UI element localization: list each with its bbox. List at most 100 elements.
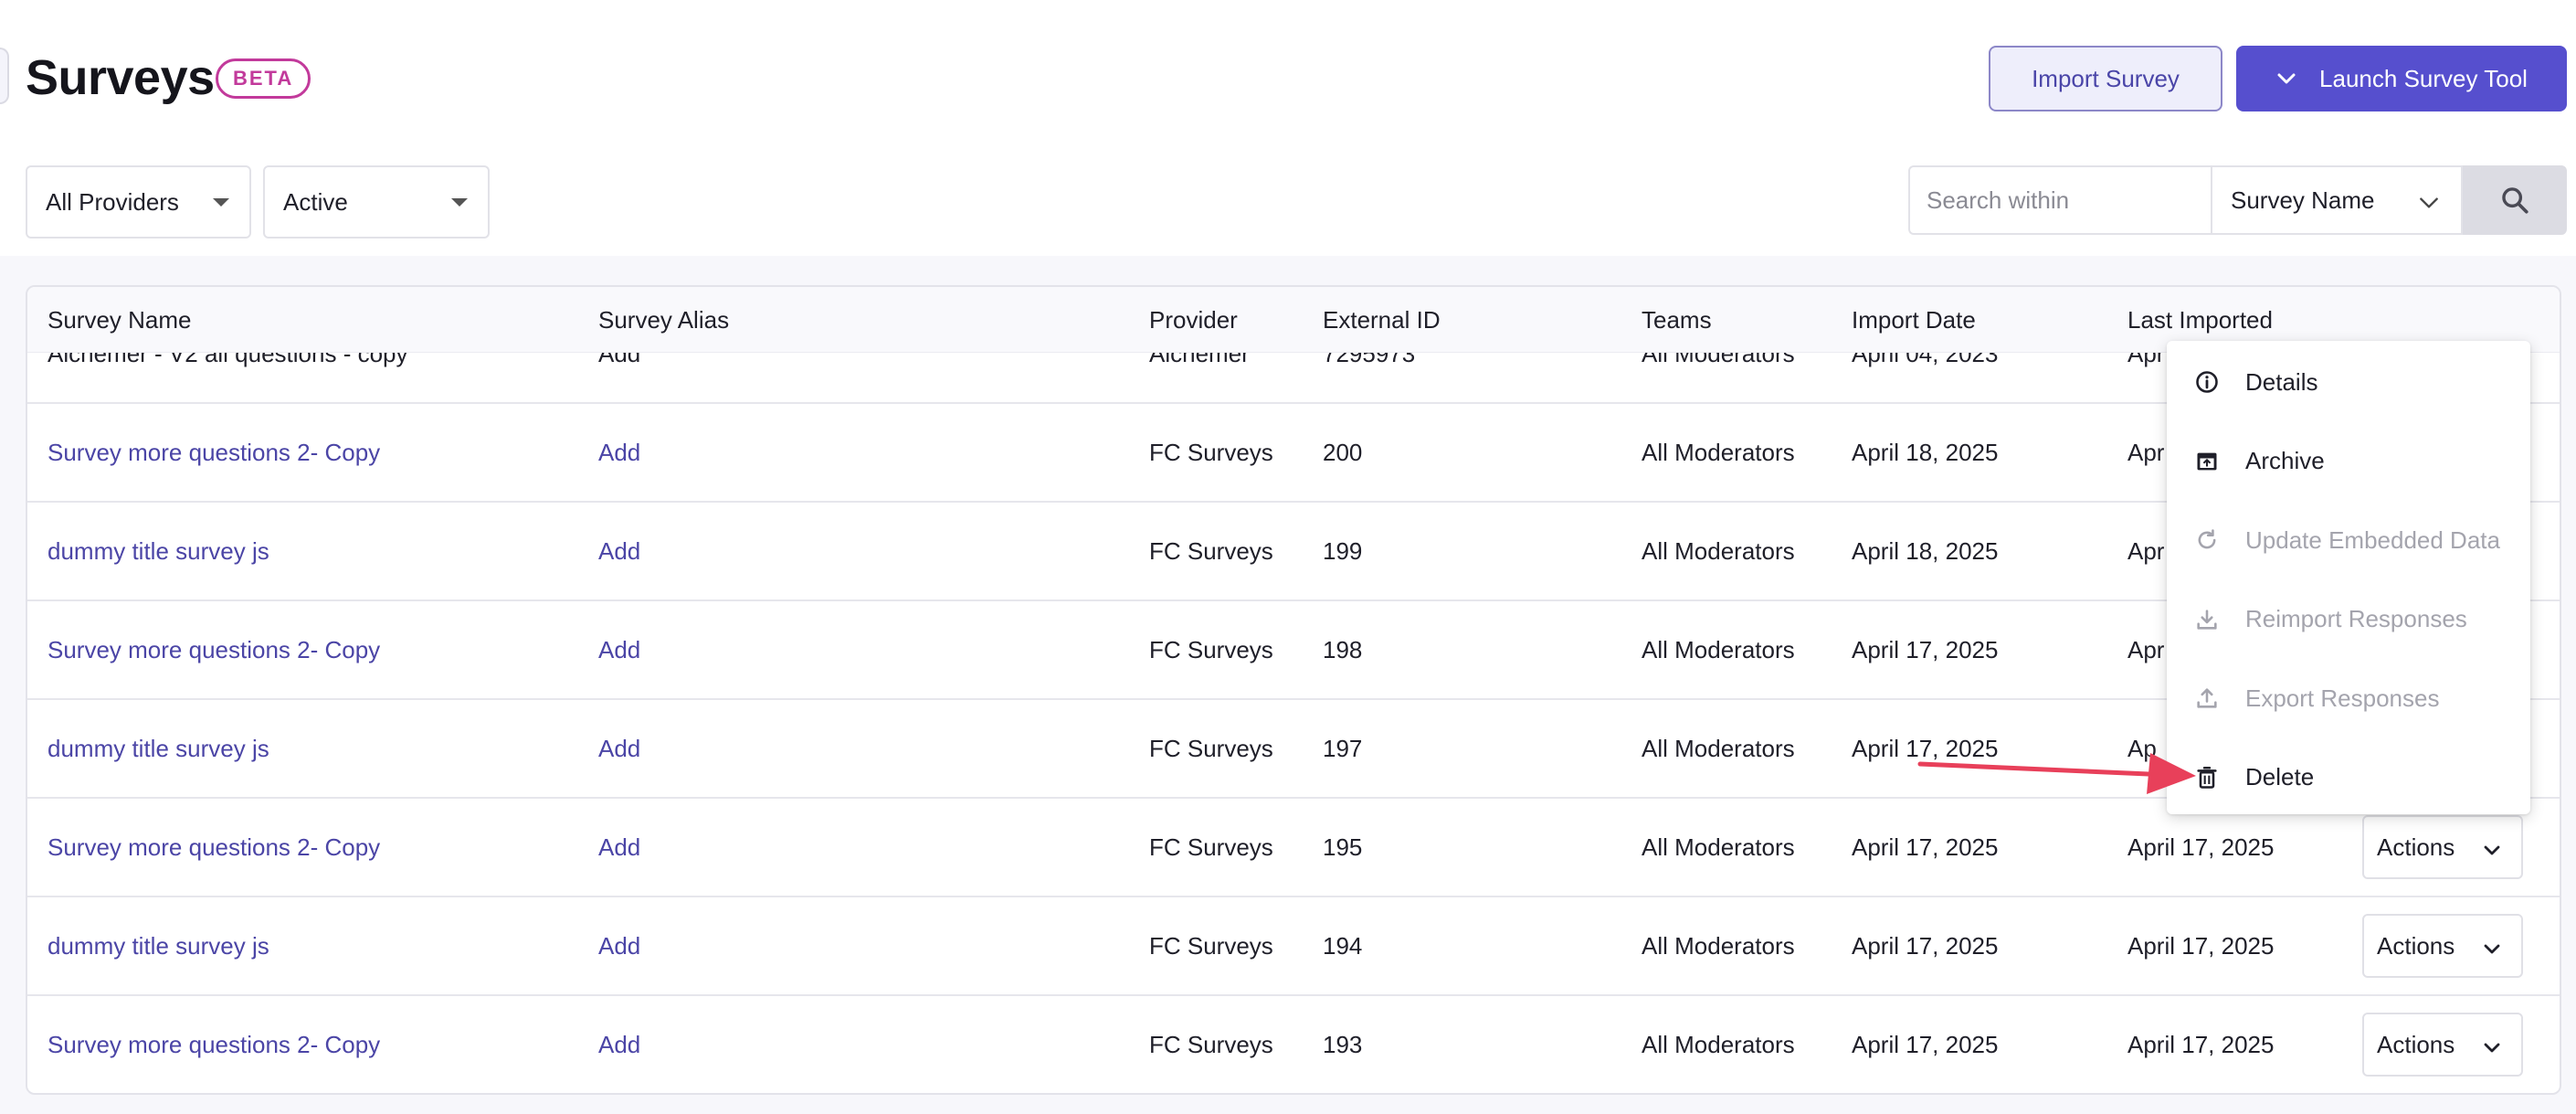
teams-cell: All Moderators (1642, 537, 1795, 565)
survey-alias-add-link[interactable]: Add (598, 735, 640, 762)
info-icon (2196, 371, 2218, 393)
menu-item-reimport-responses: Reimport Responses (2167, 580, 2530, 659)
survey-name-link[interactable]: dummy title survey js (48, 537, 269, 565)
menu-item-label: Archive (2245, 447, 2325, 474)
external-id-cell: 198 (1323, 636, 1363, 663)
survey-alias-add-link[interactable]: Add (598, 537, 640, 565)
menu-item-archive[interactable]: Archive (2167, 422, 2530, 501)
last-imported-cell: Apr (2127, 439, 2165, 466)
search-icon (2502, 187, 2528, 214)
survey-alias-add-link[interactable]: Add (598, 439, 640, 466)
external-id-cell: 7295973 (1323, 353, 1416, 367)
search-field-value: Survey Name (2231, 186, 2375, 214)
import-date-cell: April 17, 2025 (1852, 735, 1999, 762)
chevron-down-icon (2277, 73, 2296, 84)
last-imported-cell: April 17, 2025 (2127, 833, 2275, 861)
column-header-external-id[interactable]: External ID (1323, 287, 1441, 353)
menu-item-label: Details (2245, 367, 2318, 396)
teams-cell: All Moderators (1642, 439, 1795, 466)
last-imported-cell: Apr (2127, 636, 2165, 663)
teams-cell: All Moderators (1642, 932, 1795, 960)
actions-button-label: Actions (2377, 1030, 2455, 1058)
table-row: dummy title survey js Add FC Surveys 194 All… (27, 897, 2560, 996)
teams-cell: All Moderators (1642, 833, 1795, 861)
search-button[interactable] (2463, 165, 2567, 235)
page-title: Surveys (26, 50, 215, 105)
provider-cell: FC Surveys (1149, 636, 1273, 663)
launch-survey-tool-button[interactable]: Launch Survey Tool (2236, 46, 2567, 111)
import-date-cell: April 04, 2023 (1852, 353, 1999, 367)
external-id-cell: 194 (1323, 932, 1363, 960)
sidebar-edge[interactable] (0, 48, 9, 104)
search-input[interactable] (1927, 186, 2211, 215)
chevron-down-icon (2420, 197, 2438, 208)
survey-name-link[interactable]: Survey more questions 2- Copy (48, 439, 380, 466)
menu-item-details[interactable]: Details (2167, 343, 2530, 421)
menu-item-label: Delete (2245, 763, 2315, 790)
beta-badge: BETA (216, 58, 311, 99)
table-row: Survey more questions 2- Copy Add FC Surve… (27, 996, 2560, 1093)
actions-button[interactable]: Actions (2362, 914, 2523, 978)
survey-name-link[interactable]: Survey more questions 2- Copy (48, 833, 380, 861)
provider-cell: FC Surveys (1149, 537, 1273, 565)
teams-cell: All Moderators (1642, 735, 1795, 762)
import-survey-button[interactable]: Import Survey (1989, 46, 2222, 111)
survey-alias-add-link[interactable]: Add (598, 833, 640, 861)
provider-filter-select[interactable]: All Providers (26, 165, 251, 239)
external-id-cell: 200 (1323, 439, 1363, 466)
menu-item-update-embedded-data: Update Embedded Data (2167, 501, 2530, 579)
survey-alias-add-link[interactable]: Add (598, 1031, 640, 1058)
survey-name-link[interactable]: Survey more questions 2- Copy (48, 1031, 380, 1058)
survey-alias-add-link[interactable]: Add (598, 353, 640, 367)
import-date-cell: April 17, 2025 (1852, 636, 1999, 663)
last-imported-cell: April 17, 2025 (2127, 1031, 2275, 1058)
search-field-select[interactable]: Survey Name (2211, 165, 2463, 235)
teams-cell: All Moderators (1642, 353, 1795, 367)
import-date-cell: April 17, 2025 (1852, 1031, 1999, 1058)
menu-item-label: Update Embedded Data (2245, 525, 2500, 554)
import-date-cell: April 17, 2025 (1852, 833, 1999, 861)
provider-cell: FC Surveys (1149, 932, 1273, 960)
trash-icon (2197, 766, 2217, 789)
survey-name-link[interactable]: dummy title survey js (48, 735, 269, 762)
survey-alias-add-link[interactable]: Add (598, 636, 640, 663)
external-id-cell: 197 (1323, 735, 1363, 762)
status-filter-value: Active (283, 187, 348, 216)
import-date-cell: April 18, 2025 (1852, 439, 1999, 466)
actions-button[interactable]: Actions (2362, 815, 2523, 879)
survey-name-link[interactable]: Survey more questions 2- Copy (48, 636, 380, 663)
import-date-cell: April 18, 2025 (1852, 537, 1999, 565)
actions-button[interactable]: Actions (2362, 1013, 2523, 1077)
actions-menu: Details Archive Update Embedded Data Reimpo… (2167, 341, 2530, 814)
last-imported-cell: Ap (2127, 735, 2157, 762)
provider-cell: FC Surveys (1149, 439, 1273, 466)
search-input-wrapper (1908, 165, 2211, 235)
column-header-teams[interactable]: Teams (1642, 287, 1712, 353)
provider-filter-value: All Providers (46, 187, 179, 216)
provider-cell: FC Surveys (1149, 1031, 1273, 1058)
teams-cell: All Moderators (1642, 636, 1795, 663)
caret-down-icon (213, 198, 229, 207)
column-header-survey-alias[interactable]: Survey Alias (598, 287, 729, 353)
last-imported-cell: April 17, 2025 (2127, 932, 2275, 960)
survey-name-link[interactable]: dummy title survey js (48, 932, 269, 960)
last-imported-cell: Apr (2127, 353, 2165, 367)
provider-cell: FC Surveys (1149, 833, 1273, 861)
caret-down-icon (451, 198, 468, 207)
upload-icon (2197, 688, 2217, 708)
column-header-provider[interactable]: Provider (1149, 287, 1238, 353)
chevron-down-icon (2484, 1043, 2500, 1053)
last-imported-cell: Apr (2127, 537, 2165, 565)
actions-button-label: Actions (2377, 931, 2455, 960)
column-header-survey-name[interactable]: Survey Name (48, 287, 192, 353)
provider-cell: Alchemer (1149, 353, 1250, 367)
external-id-cell: 193 (1323, 1031, 1363, 1058)
survey-name-link[interactable]: Alchemer - V2 all questions - copy (48, 353, 408, 367)
refresh-icon (2198, 529, 2216, 549)
column-header-import-date[interactable]: Import Date (1852, 287, 1976, 353)
survey-alias-add-link[interactable]: Add (598, 932, 640, 960)
status-filter-select[interactable]: Active (263, 165, 490, 239)
teams-cell: All Moderators (1642, 1031, 1795, 1058)
actions-button-label: Actions (2377, 833, 2455, 861)
menu-item-delete[interactable]: Delete (2167, 738, 2530, 817)
